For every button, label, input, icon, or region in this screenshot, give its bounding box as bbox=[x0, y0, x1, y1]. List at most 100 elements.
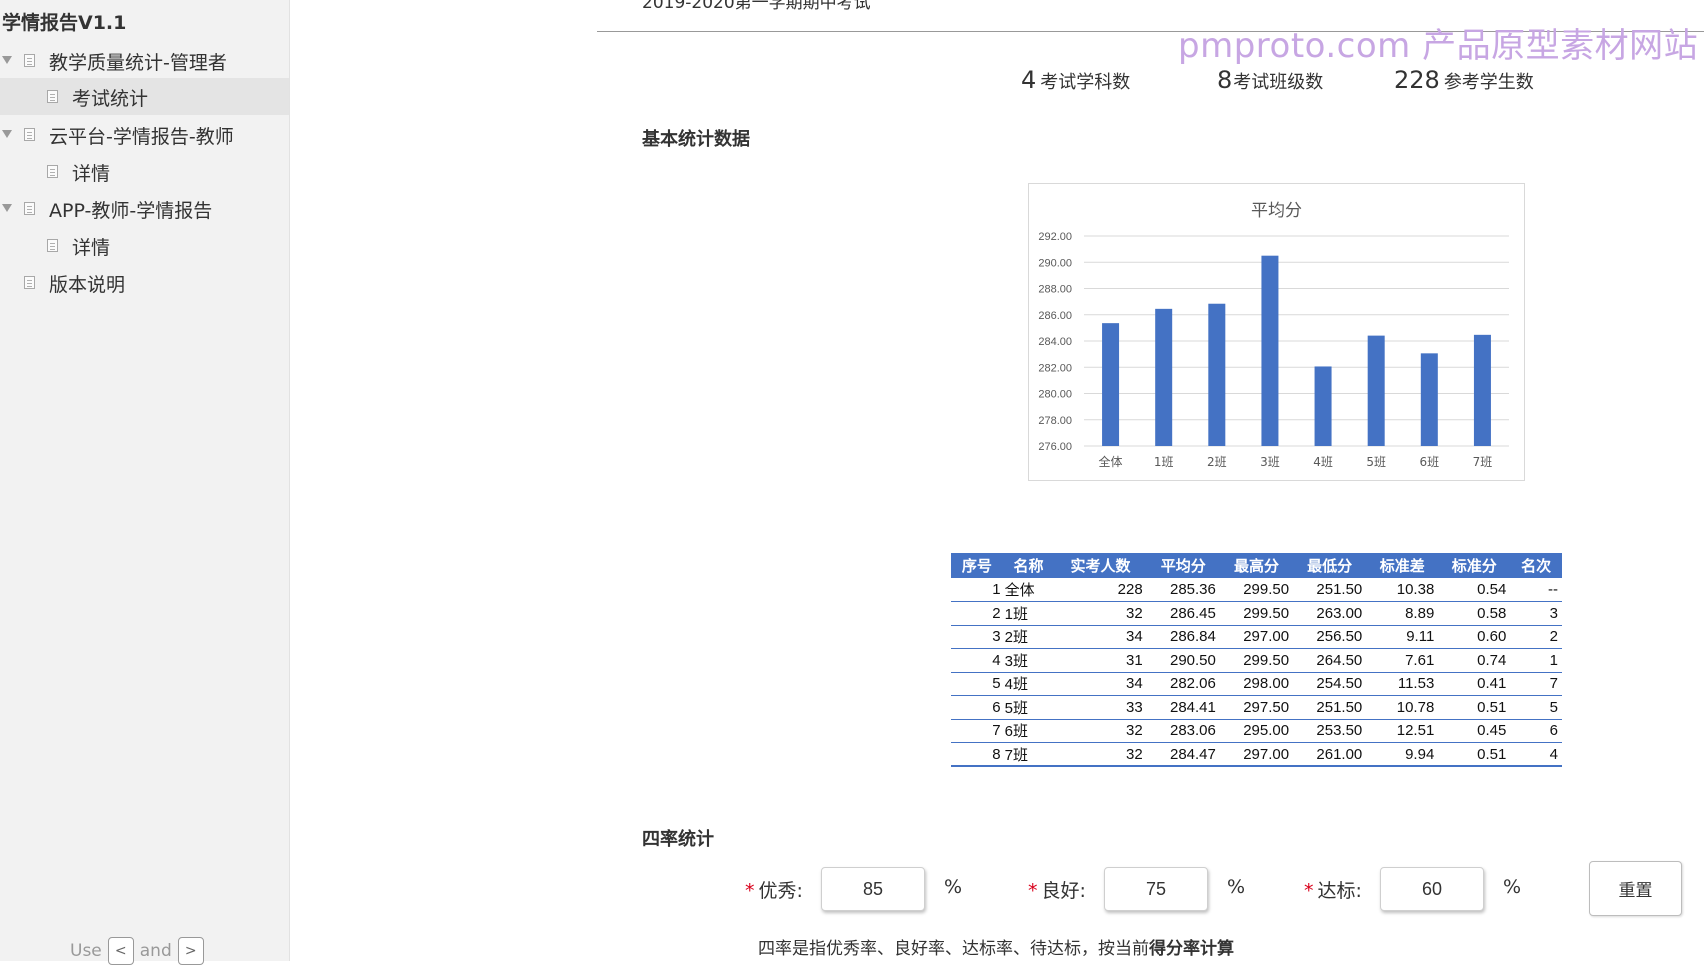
table-cell: 2 bbox=[951, 601, 1003, 626]
stat-label: 参考学生数 bbox=[1443, 72, 1534, 93]
table-cell: 263.00 bbox=[1293, 601, 1367, 626]
table-cell: 5班 bbox=[1002, 695, 1055, 720]
pass-label-text: 达标: bbox=[1317, 880, 1362, 902]
table-cell: 33 bbox=[1054, 695, 1147, 720]
table-cell: 251.50 bbox=[1293, 578, 1367, 602]
expand-arrow-icon[interactable] bbox=[2, 203, 12, 213]
section-title-basic: 基本统计数据 bbox=[642, 129, 750, 150]
exam-title: 2019-2020第一学期期中考试 bbox=[642, 0, 871, 13]
reset-button[interactable]: 重置 bbox=[1589, 861, 1682, 916]
table-cell: -- bbox=[1510, 578, 1562, 602]
table-cell: 299.50 bbox=[1219, 578, 1294, 602]
rates-note-bold: 得分率计算 bbox=[1149, 939, 1234, 959]
table-cell: 31 bbox=[1054, 648, 1147, 673]
table-cell: 9.11 bbox=[1366, 625, 1439, 649]
table-cell: 5 bbox=[951, 672, 1003, 696]
stat-classes: 8 考试班级数 bbox=[1217, 66, 1323, 94]
y-tick-label: 288.00 bbox=[1038, 284, 1072, 296]
table-cell: 32 bbox=[1054, 601, 1147, 626]
table-cell: 全体 bbox=[1002, 578, 1055, 602]
tree-item-exam-stats[interactable]: 考试统计 bbox=[0, 78, 289, 115]
page-icon bbox=[47, 90, 58, 103]
x-tick-label: 1班 bbox=[1154, 455, 1174, 469]
tree-item-label: 教学质量统计-管理者 bbox=[49, 52, 227, 74]
y-tick-label: 290.00 bbox=[1038, 257, 1072, 269]
table-cell: 12.51 bbox=[1366, 719, 1439, 743]
excellent-unit: % bbox=[944, 876, 963, 898]
table-row: 4 3班 31 290.50 299.50 264.50 7.61 0.74 1 bbox=[951, 648, 1562, 673]
column-header: 最低分 bbox=[1293, 553, 1367, 578]
expand-arrow-icon[interactable] bbox=[2, 55, 12, 65]
table-cell: 284.41 bbox=[1146, 695, 1220, 720]
stat-students: 228 参考学生数 bbox=[1394, 66, 1534, 94]
table-cell: 3 bbox=[951, 625, 1003, 649]
page-icon bbox=[47, 165, 58, 178]
table-cell: 1 bbox=[951, 578, 1003, 602]
table-cell: 297.50 bbox=[1219, 695, 1294, 720]
table-cell: 2 bbox=[1510, 625, 1562, 649]
table-row: 6 5班 33 284.41 297.50 251.50 10.78 0.51 5 bbox=[951, 695, 1562, 720]
table-cell: 2班 bbox=[1002, 625, 1055, 649]
app-title: 学情报告V1.1 bbox=[2, 12, 127, 34]
table-cell: 7 bbox=[1510, 672, 1562, 696]
tree-item-version-notes[interactable]: 版本说明 bbox=[0, 264, 289, 301]
table-cell: 7 bbox=[951, 719, 1003, 743]
y-tick-label: 282.00 bbox=[1038, 362, 1072, 374]
table-cell: 9.94 bbox=[1366, 742, 1439, 767]
table-cell: 283.06 bbox=[1146, 719, 1220, 743]
bar bbox=[1102, 323, 1120, 446]
table-cell: 34 bbox=[1054, 625, 1147, 649]
table-cell: 4 bbox=[1510, 742, 1562, 767]
bar bbox=[1367, 335, 1385, 446]
bar bbox=[1420, 353, 1438, 446]
y-tick-label: 280.00 bbox=[1038, 389, 1072, 401]
y-tick-label: 284.00 bbox=[1038, 336, 1072, 348]
table-cell: 286.84 bbox=[1146, 625, 1220, 649]
required-mark: * bbox=[745, 880, 755, 902]
tree-item-app-teacher[interactable]: APP-教师-学情报告 bbox=[0, 190, 289, 227]
bar bbox=[1155, 308, 1173, 446]
column-header: 标准分 bbox=[1438, 553, 1511, 578]
table-cell: 6 bbox=[1510, 719, 1562, 743]
pass-label: * 达标: bbox=[1304, 876, 1362, 903]
table-cell: 0.58 bbox=[1438, 601, 1511, 626]
table-cell: 10.38 bbox=[1366, 578, 1439, 602]
tree-item-label: 详情 bbox=[72, 237, 111, 259]
bar bbox=[1314, 366, 1332, 446]
table-cell: 228 bbox=[1054, 578, 1147, 602]
table-cell: 1班 bbox=[1002, 601, 1055, 626]
bar bbox=[1473, 334, 1491, 446]
excellent-rate-input[interactable] bbox=[821, 867, 925, 911]
table-row: 8 7班 32 284.47 297.00 261.00 9.94 0.51 4 bbox=[951, 742, 1562, 767]
table-cell: 297.00 bbox=[1219, 742, 1294, 767]
x-tick-label: 4班 bbox=[1313, 455, 1333, 469]
table-cell: 253.50 bbox=[1293, 719, 1367, 743]
bar bbox=[1208, 303, 1226, 446]
page-icon bbox=[24, 128, 35, 141]
tree-item-cloud-teacher[interactable]: 云平台-学情报告-教师 bbox=[0, 116, 289, 153]
tree-item-quality-admin[interactable]: 教学质量统计-管理者 bbox=[0, 42, 289, 79]
table-cell: 32 bbox=[1054, 742, 1147, 767]
rates-note-text: 四率是指优秀率、良好率、达标率、待达标，按当前 bbox=[758, 939, 1149, 959]
table-row: 2 1班 32 286.45 299.50 263.00 8.89 0.58 3 bbox=[951, 601, 1562, 626]
pass-rate-input[interactable] bbox=[1380, 867, 1484, 911]
table-cell: 285.36 bbox=[1146, 578, 1220, 602]
table-cell: 11.53 bbox=[1366, 672, 1439, 696]
stat-subjects: 4 考试学科数 bbox=[1021, 66, 1130, 94]
average-score-chart: 平均分 276.00 278.00 280.00 282.00 284.00 286.00… bbox=[1028, 183, 1525, 481]
y-tick-label: 286.00 bbox=[1038, 310, 1072, 322]
x-tick-label: 6班 bbox=[1419, 455, 1439, 469]
table-cell: 0.60 bbox=[1438, 625, 1511, 649]
tree-item-label: 云平台-学情报告-教师 bbox=[49, 126, 234, 148]
table-cell: 7.61 bbox=[1366, 648, 1439, 673]
stat-value: 8 bbox=[1217, 66, 1233, 94]
expand-arrow-icon[interactable] bbox=[2, 129, 12, 139]
tree-item-cloud-detail[interactable]: 详情 bbox=[0, 153, 289, 190]
table-cell: 3班 bbox=[1002, 648, 1055, 673]
tree-item-app-detail[interactable]: 详情 bbox=[0, 227, 289, 264]
y-tick-label: 278.00 bbox=[1038, 415, 1072, 427]
table-cell: 6班 bbox=[1002, 719, 1055, 743]
good-rate-input[interactable] bbox=[1104, 867, 1208, 911]
column-header: 标准差 bbox=[1366, 553, 1439, 578]
x-tick-label: 3班 bbox=[1260, 455, 1280, 469]
